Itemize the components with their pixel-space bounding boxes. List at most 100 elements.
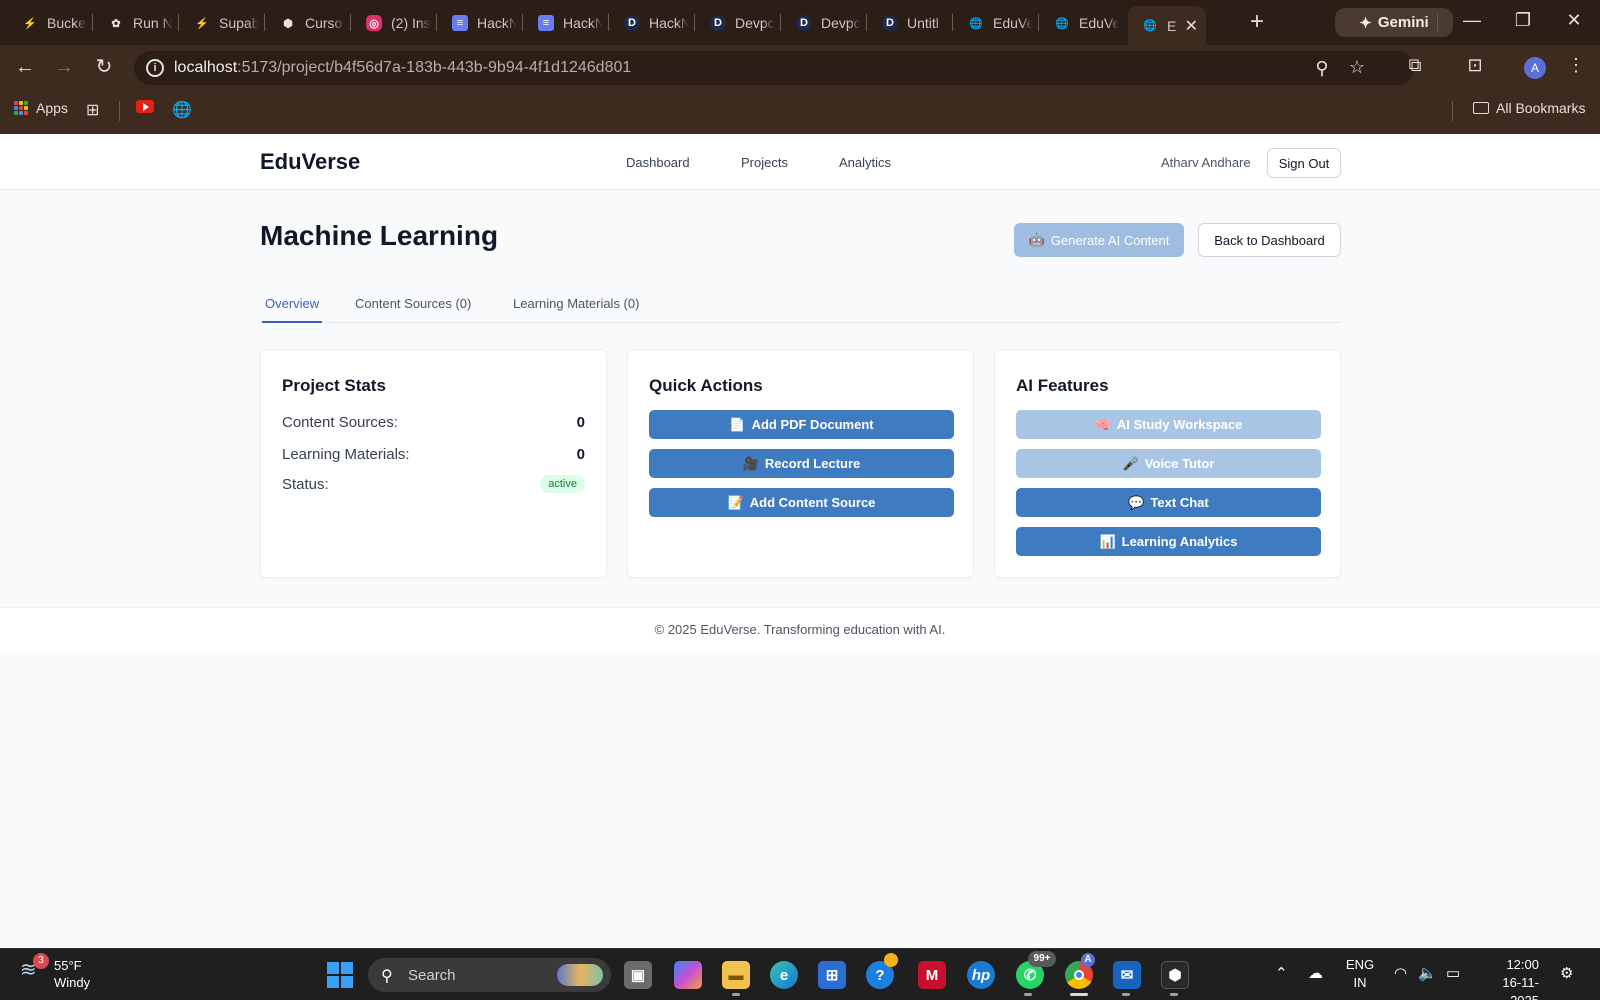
bookmark-apps[interactable]: Apps — [14, 100, 68, 116]
ai-study-workspace-button[interactable]: 🧠 AI Study Workspace — [1016, 410, 1321, 439]
close-tab-icon[interactable]: ✕ — [1185, 16, 1198, 36]
copilot-icon[interactable] — [674, 961, 702, 989]
all-bookmarks[interactable]: All Bookmarks — [1473, 100, 1585, 116]
button-label: Voice Tutor — [1144, 456, 1215, 471]
onedrive-off-icon[interactable]: ☁ — [1308, 964, 1323, 982]
browser-tab[interactable]: D HackN — [610, 6, 696, 40]
tab-overview[interactable]: Overview — [262, 296, 323, 323]
browser-tab[interactable]: 🌐 EduVe — [1040, 6, 1126, 40]
browser-tab[interactable]: 🌐 EduVe — [954, 6, 1040, 40]
sign-out-button[interactable]: Sign Out — [1267, 148, 1341, 178]
status-badge: active — [540, 475, 585, 493]
learning-analytics-button[interactable]: 📊 Learning Analytics — [1016, 527, 1321, 556]
mcafee-icon[interactable]: M — [918, 961, 946, 989]
help-icon[interactable]: ? — [866, 953, 898, 989]
file-explorer-icon[interactable]: ▬ — [722, 961, 750, 989]
windows-start-icon[interactable] — [326, 961, 354, 989]
volume-icon[interactable]: 🔈 — [1418, 964, 1437, 982]
task-view-icon[interactable]: ▣ — [624, 961, 652, 989]
stat-label: Learning Materials: — [282, 446, 410, 463]
youtube-icon[interactable] — [136, 100, 154, 113]
browser-tab[interactable]: ✿ Run N — [94, 6, 180, 40]
weather-badge: 3 — [33, 953, 49, 969]
taskbar-search[interactable]: ⚲ Search — [368, 958, 611, 992]
browser-tab[interactable]: ◎ (2) Ins — [352, 6, 438, 40]
wifi-icon[interactable]: ◠ — [1394, 964, 1407, 982]
url-host: localhost — [174, 59, 238, 76]
text-chat-button[interactable]: 💬 Text Chat — [1016, 488, 1321, 517]
extensions-icon[interactable]: ⧉ — [1403, 55, 1427, 76]
docs-icon: ≡ — [452, 15, 468, 31]
close-window-icon[interactable]: ✕ — [1562, 10, 1586, 31]
forward-arrow-icon[interactable]: → — [51, 54, 77, 80]
instagram-icon: ◎ — [366, 15, 382, 31]
url-path: :5173/project/b4f56d7a-183b-443b-9b94-4f… — [237, 59, 632, 76]
zoom-icon[interactable]: ⚲ — [1310, 58, 1334, 79]
browser-tab[interactable]: D Devpc — [782, 6, 868, 40]
bookmark-star-icon[interactable]: ☆ — [1345, 57, 1369, 78]
tab-title: EduVe — [1079, 15, 1119, 31]
card-title: Project Stats — [282, 376, 386, 395]
tab-search-icon[interactable]: ⊡ — [1463, 55, 1487, 76]
language-indicator[interactable]: ENG IN — [1345, 956, 1375, 992]
weather-widget[interactable]: ≋ 3 55°F Windy — [20, 953, 90, 991]
menu-kebab-icon[interactable]: ⋮ — [1564, 55, 1588, 76]
notifications-icon[interactable]: ⚙ — [1560, 964, 1573, 982]
browser-tab[interactable]: ≡ HackN — [524, 6, 610, 40]
tab-divider — [780, 14, 781, 31]
chevron-up-icon[interactable]: ⌃ — [1275, 964, 1288, 982]
chrome-icon[interactable]: A — [1065, 953, 1095, 989]
temperature: 55°F — [54, 958, 82, 973]
cube-app-icon[interactable]: ⬢ — [1161, 961, 1189, 989]
button-label: Add Content Source — [749, 495, 876, 510]
globe-icon[interactable]: 🌐 — [172, 100, 192, 120]
outlook-icon[interactable]: ✉ — [1113, 961, 1141, 989]
profile-avatar[interactable]: A — [1524, 57, 1546, 79]
new-tab-button[interactable]: + — [1243, 8, 1271, 36]
nav-projects[interactable]: Projects — [741, 155, 788, 170]
tab-content-sources[interactable]: Content Sources (0) — [352, 296, 474, 323]
button-label: Learning Analytics — [1121, 534, 1238, 549]
running-indicator — [732, 993, 740, 996]
system-clock[interactable]: 12:00 16-11-2025 — [1483, 956, 1539, 1000]
restore-icon[interactable]: ❐ — [1511, 10, 1535, 31]
browser-tab[interactable]: ⚡ Supab — [180, 6, 266, 40]
record-lecture-button[interactable]: 🎥 Record Lecture — [649, 449, 954, 478]
search-placeholder: Search — [408, 966, 456, 984]
minimize-icon[interactable]: — — [1460, 10, 1484, 31]
browser-tab[interactable]: 🌐 E ✕ — [1128, 6, 1206, 45]
gemini-button[interactable]: ✦ Gemini — [1335, 8, 1453, 37]
browser-tab[interactable]: D Untitl — [868, 6, 954, 40]
app-logo[interactable]: EduVerse — [260, 149, 360, 175]
generate-ai-content-button[interactable]: 🤖 Generate AI Content — [1014, 223, 1184, 257]
search-highlight-icon — [557, 964, 603, 986]
site-info-icon[interactable]: i — [146, 59, 164, 77]
browser-tab[interactable]: ≡ HackN — [438, 6, 524, 40]
edge-icon[interactable]: e — [770, 961, 798, 989]
grid-icon[interactable]: ⊞ — [86, 100, 99, 120]
nav-dashboard[interactable]: Dashboard — [626, 155, 690, 170]
address-bar[interactable]: i localhost:5173/project/b4f56d7a-183b-4… — [134, 51, 1414, 85]
add-content-source-button[interactable]: 📝 Add Content Source — [649, 488, 954, 517]
back-to-dashboard-button[interactable]: Back to Dashboard — [1198, 223, 1341, 257]
hp-icon[interactable]: hp — [967, 961, 995, 989]
active-indicator — [1070, 993, 1088, 996]
notification-dot — [884, 953, 898, 967]
voice-tutor-button[interactable]: 🎤 Voice Tutor — [1016, 449, 1321, 478]
nav-analytics[interactable]: Analytics — [839, 155, 891, 170]
search-icon: ⚲ — [381, 968, 393, 985]
browser-tab[interactable]: D Devpc — [696, 6, 782, 40]
reload-icon[interactable]: ↻ — [91, 54, 117, 80]
back-arrow-icon[interactable]: ← — [12, 54, 38, 80]
project-stats-card: Project Stats Content Sources: 0 Learnin… — [260, 349, 607, 578]
stat-row: Status: active — [282, 475, 585, 493]
button-label: Text Chat — [1150, 495, 1209, 510]
tab-divider — [92, 14, 93, 31]
microsoft-store-icon[interactable]: ⊞ — [818, 961, 846, 989]
tab-learning-materials[interactable]: Learning Materials (0) — [510, 296, 642, 323]
browser-tab[interactable]: ⬢ Curso — [266, 6, 352, 40]
add-pdf-document-button[interactable]: 📄 Add PDF Document — [649, 410, 954, 439]
whatsapp-icon[interactable]: ✆ 99+ — [1016, 951, 1056, 989]
browser-tab[interactable]: ⚡ Bucke — [8, 6, 94, 40]
battery-icon[interactable]: ▭ — [1446, 964, 1460, 982]
